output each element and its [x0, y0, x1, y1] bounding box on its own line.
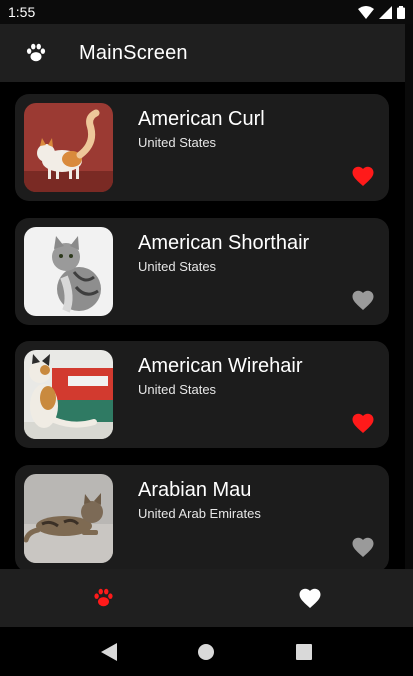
cat-name: American Shorthair — [138, 232, 310, 254]
cat-photo — [24, 227, 113, 316]
status-icons — [358, 5, 405, 19]
bottom-navigation — [0, 569, 413, 627]
cat-card-american-wirehair[interactable]: American Wirehair United States — [15, 341, 389, 448]
cat-card-arabian-mau[interactable]: Arabian Mau United Arab Emirates — [15, 465, 389, 569]
cat-photo — [24, 350, 113, 439]
paw-icon — [26, 43, 46, 62]
cat-name: American Curl — [138, 108, 265, 130]
cat-card-american-curl[interactable]: American Curl United States — [15, 94, 389, 201]
signal-icon — [379, 5, 392, 19]
cat-card-american-shorthair[interactable]: American Shorthair United States — [15, 218, 389, 325]
cat-origin: United States — [138, 382, 217, 397]
app-bar: MainScreen — [0, 24, 405, 82]
status-bar: 1:55 — [0, 0, 413, 24]
cat-origin: United States — [138, 259, 217, 274]
cat-photo — [24, 474, 113, 563]
system-navigation-bar — [0, 627, 413, 676]
home-icon[interactable] — [198, 643, 215, 660]
recents-icon[interactable] — [296, 643, 313, 660]
cat-name: American Wirehair — [138, 355, 303, 377]
heart-icon — [299, 588, 321, 608]
status-time: 1:55 — [8, 4, 36, 20]
heart-icon[interactable] — [351, 165, 375, 187]
cat-photo — [24, 103, 113, 192]
nav-item-favorites[interactable] — [207, 569, 413, 627]
paw-icon — [94, 588, 113, 607]
back-icon[interactable] — [100, 642, 117, 661]
heart-icon[interactable] — [351, 536, 375, 558]
wifi-icon — [358, 5, 374, 19]
nav-item-all-cats[interactable] — [0, 569, 207, 627]
cat-name: Arabian Mau — [138, 479, 252, 501]
heart-icon[interactable] — [351, 412, 375, 434]
heart-icon[interactable] — [351, 289, 375, 311]
page-title: MainScreen — [79, 41, 188, 64]
cat-origin: United States — [138, 135, 217, 150]
battery-icon — [397, 5, 405, 19]
scrollbar[interactable] — [405, 24, 413, 569]
cat-list[interactable]: American Curl United States American Sho… — [0, 82, 405, 569]
cat-origin: United Arab Emirates — [138, 506, 261, 521]
